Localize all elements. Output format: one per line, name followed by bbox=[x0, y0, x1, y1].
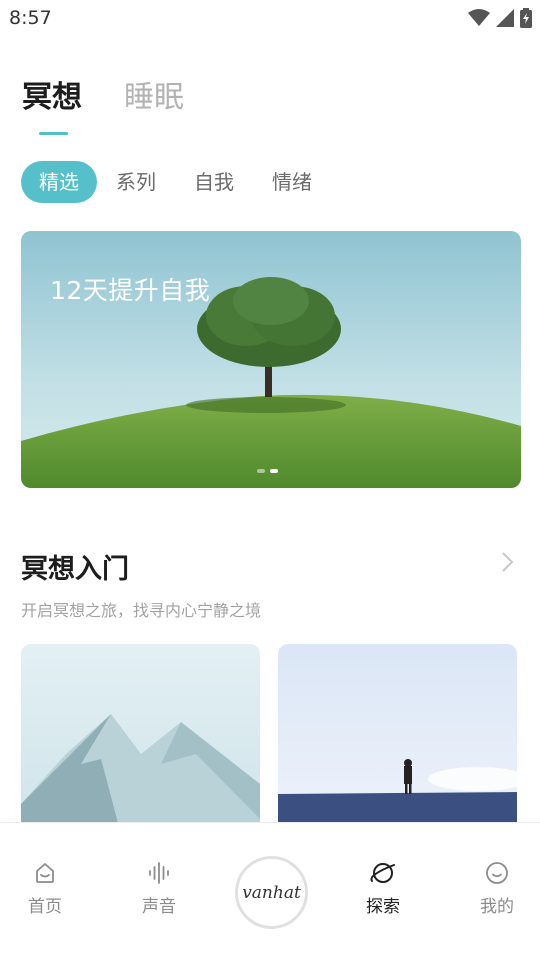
chevron-right-icon[interactable] bbox=[498, 550, 518, 574]
nav-home[interactable]: 首页 bbox=[5, 861, 85, 917]
signal-icon bbox=[496, 9, 514, 27]
active-tab-indicator bbox=[39, 132, 68, 135]
nav-profile[interactable]: 我的 bbox=[457, 861, 537, 917]
wifi-icon bbox=[468, 9, 490, 26]
section-subtitle: 开启冥想之旅，找寻内心宁静之境 bbox=[21, 601, 262, 620]
snowy-mountain-image bbox=[21, 644, 260, 834]
sub-tab-self[interactable]: 自我 bbox=[175, 161, 253, 203]
center-logo-button[interactable]: vanhat bbox=[235, 856, 308, 929]
home-icon bbox=[36, 863, 54, 883]
tab-sleep[interactable]: 睡眠 bbox=[124, 80, 184, 116]
nav-label: 首页 bbox=[28, 897, 62, 917]
status-bar: 8:57 bbox=[0, 0, 540, 36]
bottom-nav: 首页 声音 vanhat 探索 我的 bbox=[0, 822, 540, 960]
tab-meditation[interactable]: 冥想 bbox=[22, 80, 82, 116]
banner-image bbox=[21, 231, 521, 488]
banner-carousel[interactable]: 12天提升自我 bbox=[21, 231, 521, 488]
carousel-dot bbox=[257, 469, 265, 473]
course-card[interactable] bbox=[278, 644, 517, 834]
nav-label: 探索 bbox=[366, 897, 400, 917]
battery-charging-icon bbox=[520, 8, 532, 28]
sub-tab-series[interactable]: 系列 bbox=[97, 161, 175, 203]
carousel-dot-active bbox=[270, 469, 278, 473]
sub-tabs: 精选 系列 自我 情绪 bbox=[21, 161, 331, 203]
sub-tab-emotion[interactable]: 情绪 bbox=[253, 161, 331, 203]
nav-explore[interactable]: 探索 bbox=[343, 861, 423, 917]
status-time: 8:57 bbox=[9, 7, 52, 29]
nav-label: 我的 bbox=[480, 897, 514, 917]
sub-tab-featured[interactable]: 精选 bbox=[21, 161, 97, 203]
section-title: 冥想入门 bbox=[21, 554, 129, 585]
sound-wave-icon bbox=[149, 862, 169, 884]
banner-title: 12天提升自我 bbox=[50, 276, 211, 305]
hiker-on-hill-image bbox=[278, 644, 517, 834]
status-icons bbox=[468, 8, 532, 28]
nav-sound[interactable]: 声音 bbox=[119, 861, 199, 917]
planet-icon bbox=[370, 863, 395, 883]
smiley-icon bbox=[486, 862, 508, 884]
logo-text: vanhat bbox=[242, 882, 301, 903]
nav-label: 声音 bbox=[142, 897, 176, 917]
top-tabs: 冥想 睡眠 bbox=[22, 80, 184, 116]
carousel-dots bbox=[257, 469, 278, 473]
course-card[interactable] bbox=[21, 644, 260, 834]
